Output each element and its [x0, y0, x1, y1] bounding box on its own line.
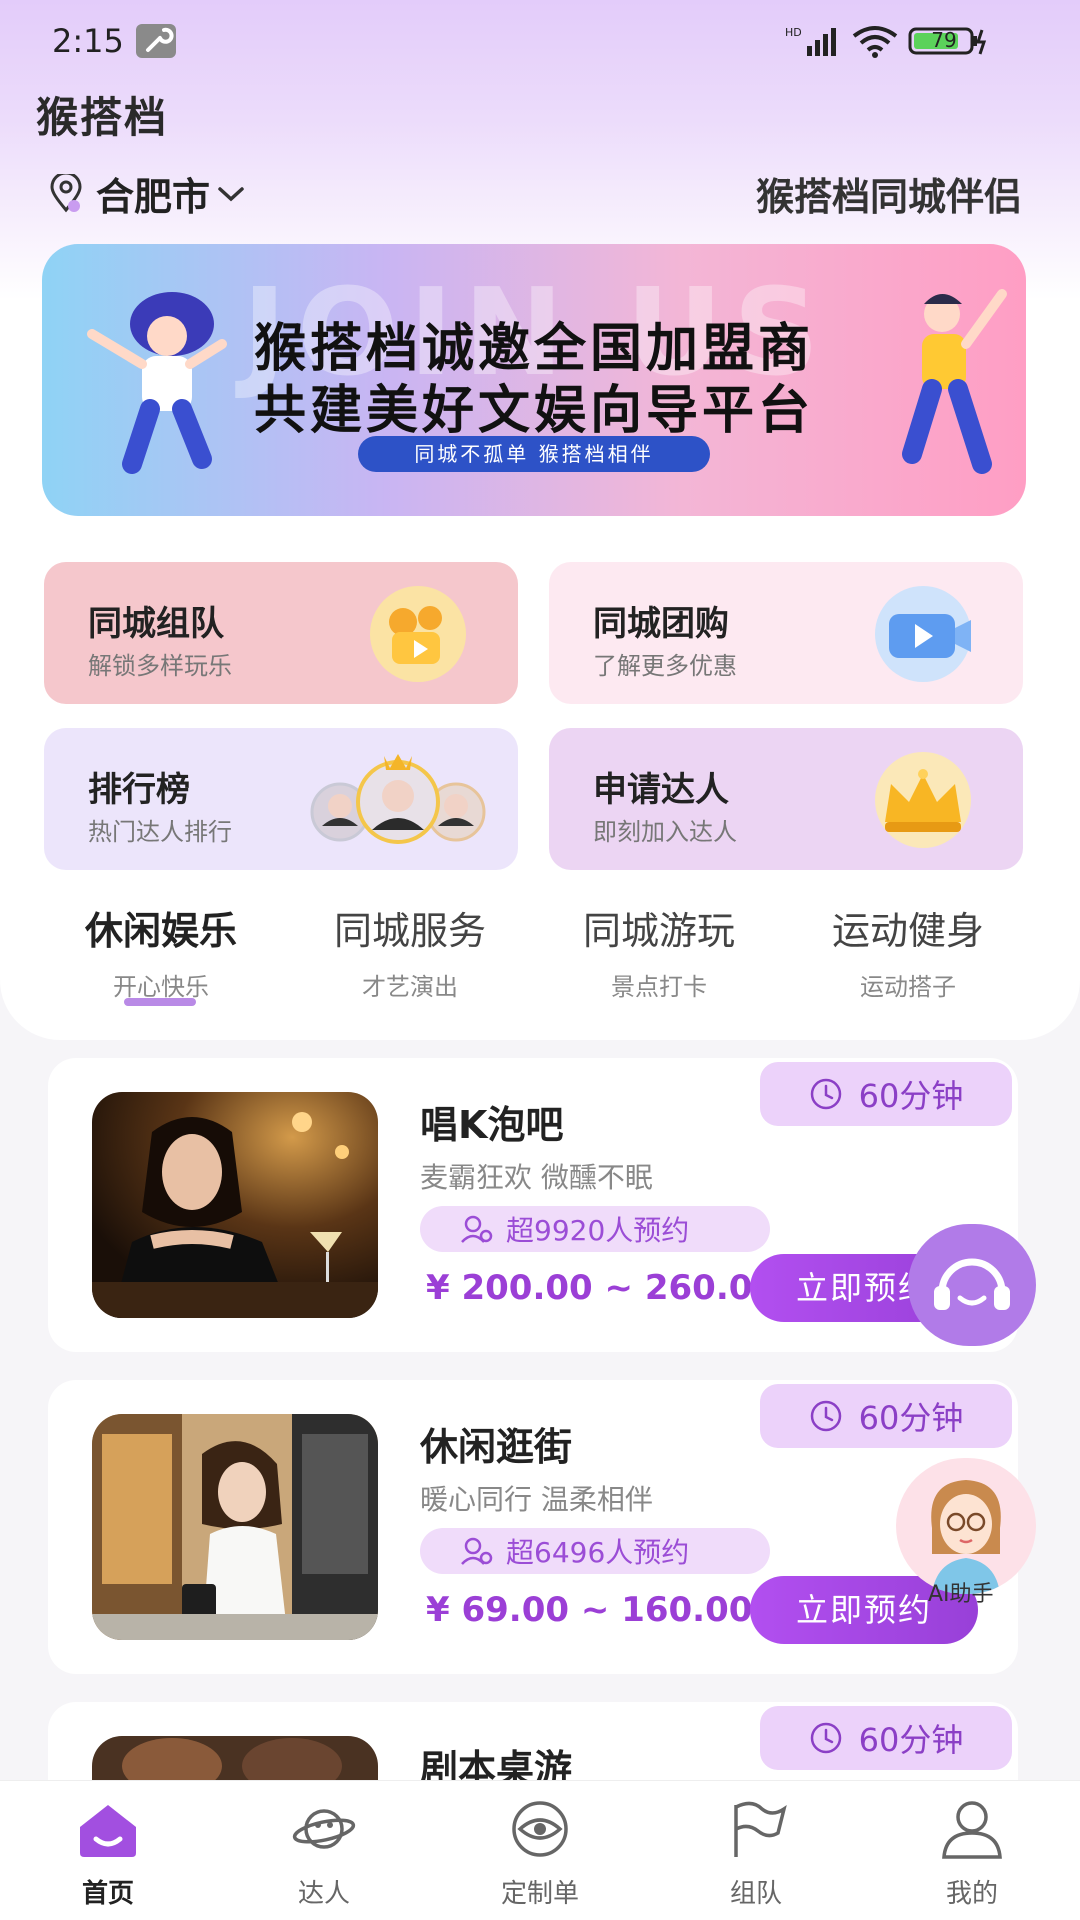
bottom-navigation: 首页 达人 定制单 组队 我的: [0, 1780, 1080, 1920]
clock-icon: [810, 1722, 841, 1754]
nav-team[interactable]: 组队: [648, 1781, 864, 1920]
wifi-icon: [852, 26, 898, 58]
service-description: 麦霸狂欢 微醺不眠: [420, 1161, 653, 1194]
booking-count-badge: 超6496人预约: [420, 1528, 770, 1574]
crown-icon: [875, 752, 971, 848]
wrench-icon: [136, 24, 176, 58]
category-title: 同城服务: [333, 909, 486, 953]
battery-level: 79: [931, 28, 957, 52]
feature-title: 申请达人: [593, 770, 729, 810]
category-subtitle: 景点打卡: [611, 973, 707, 1001]
service-card[interactable]: 休闲逛街 暖心同行 温柔相伴 超6496人预约 ¥ 69.00 ~ 160.00…: [48, 1380, 1018, 1674]
category-tab-city-service[interactable]: 同城服务 才艺演出: [285, 900, 535, 1002]
nav-label: 定制单: [500, 1879, 579, 1909]
eye-icon: [512, 1801, 568, 1857]
user-icon: [461, 1215, 493, 1243]
chevron-down-icon: [218, 186, 244, 201]
category-title: 休闲娱乐: [84, 909, 237, 953]
booking-count: 超9920人预约: [506, 1214, 690, 1247]
nav-label: 组队: [729, 1879, 782, 1909]
duration-badge: 60分钟: [760, 1062, 1012, 1126]
active-tab-indicator: [124, 998, 196, 1006]
flag-icon: [734, 1801, 787, 1857]
app-title: 猴搭档: [36, 93, 169, 142]
booking-count: 超6496人预约: [506, 1536, 690, 1569]
booking-count-badge: 超9920人预约: [420, 1206, 770, 1252]
banner-headline-2: 共建美好文娱向导平台: [253, 381, 814, 441]
city-name: 合肥市: [96, 175, 211, 219]
category-tab-sports[interactable]: 运动健身 运动搭子: [783, 900, 1033, 1002]
feature-subtitle: 即刻加入达人: [593, 818, 737, 846]
nav-talent[interactable]: 达人: [216, 1781, 432, 1920]
banner-tagline: 同城不孤单 猴搭档相伴: [358, 436, 710, 472]
feature-subtitle: 解锁多样玩乐: [88, 652, 232, 680]
clock-icon: [810, 1400, 841, 1432]
nav-home[interactable]: 首页: [0, 1781, 216, 1920]
ai-avatar-icon: [931, 1480, 1001, 1594]
nav-label: 达人: [297, 1879, 350, 1909]
ai-assistant-button[interactable]: [896, 1458, 1036, 1594]
customer-service-button[interactable]: [908, 1224, 1036, 1346]
promo-banner[interactable]: JOIN US 猴搭档诚邀全国加盟商 共建美好文娱向导平台 同城不孤单 猴搭档相…: [42, 244, 1026, 516]
header-slogan: 猴搭档同城伴侣: [755, 175, 1022, 219]
service-name: 唱K泡吧: [420, 1103, 564, 1147]
city-selector[interactable]: 合肥市: [48, 166, 246, 221]
camera-icon: [370, 586, 466, 682]
nav-label: 首页: [81, 1879, 134, 1909]
clock-icon: [810, 1078, 841, 1110]
ai-assistant-label: AI助手: [928, 1582, 994, 1607]
location-pin-icon: [50, 173, 82, 212]
profile-icon: [942, 1801, 1002, 1859]
category-title: 同城游玩: [582, 909, 735, 953]
feature-subtitle: 了解更多优惠: [593, 652, 737, 680]
category-title: 运动健身: [831, 909, 984, 953]
service-photo: [92, 1414, 378, 1640]
svg-text:HD: HD: [785, 26, 802, 39]
duration-badge: 60分钟: [760, 1706, 1012, 1770]
feature-subtitle: 热门达人排行: [88, 818, 232, 846]
service-name: 休闲逛街: [420, 1425, 573, 1469]
duration-badge: 60分钟: [760, 1384, 1012, 1448]
duration-text: 60分钟: [858, 1077, 964, 1115]
nav-profile[interactable]: 我的: [864, 1781, 1080, 1920]
headset-icon: [934, 1258, 1010, 1310]
category-tab-leisure[interactable]: 休闲娱乐 开心快乐: [36, 900, 286, 1002]
duration-text: 60分钟: [858, 1399, 964, 1437]
nav-label: 我的: [945, 1879, 998, 1909]
feature-card-ranking[interactable]: 排行榜 热门达人排行: [44, 728, 518, 870]
feature-card-team[interactable]: 同城组队 解锁多样玩乐: [44, 562, 518, 704]
ranking-avatars-icon: [310, 754, 486, 844]
category-tab-city-travel[interactable]: 同城游玩 景点打卡: [534, 900, 784, 1002]
feature-card-apply-talent[interactable]: 申请达人 即刻加入达人: [549, 728, 1023, 870]
category-subtitle: 运动搭子: [860, 973, 956, 1001]
video-icon: [875, 586, 971, 682]
status-time: 2:15: [52, 22, 124, 60]
service-photo: [92, 1092, 378, 1318]
service-description: 暖心同行 温柔相伴: [420, 1483, 653, 1516]
planet-icon: [292, 1809, 356, 1849]
nav-custom-order[interactable]: 定制单: [432, 1781, 648, 1920]
signal-icon: HD: [785, 26, 836, 56]
feature-card-group-buy[interactable]: 同城团购 了解更多优惠: [549, 562, 1023, 704]
feature-title: 排行榜: [88, 770, 190, 810]
category-subtitle: 开心快乐: [113, 973, 209, 1001]
user-icon: [461, 1537, 493, 1565]
feature-title: 同城团购: [593, 604, 729, 644]
category-subtitle: 才艺演出: [362, 973, 458, 1001]
duration-text: 60分钟: [858, 1721, 964, 1759]
service-price: ¥ 200.00 ~ 260.00: [426, 1268, 777, 1308]
service-price: ¥ 69.00 ~ 160.00: [426, 1590, 753, 1630]
home-icon: [80, 1805, 136, 1857]
service-card[interactable]: 唱K泡吧 麦霸狂欢 微醺不眠 超9920人预约 ¥ 200.00 ~ 260.0…: [48, 1058, 1018, 1352]
feature-title: 同城组队: [88, 604, 224, 644]
status-bar: 2:15 HD 79: [0, 0, 1080, 80]
header-background: [0, 0, 1080, 1040]
